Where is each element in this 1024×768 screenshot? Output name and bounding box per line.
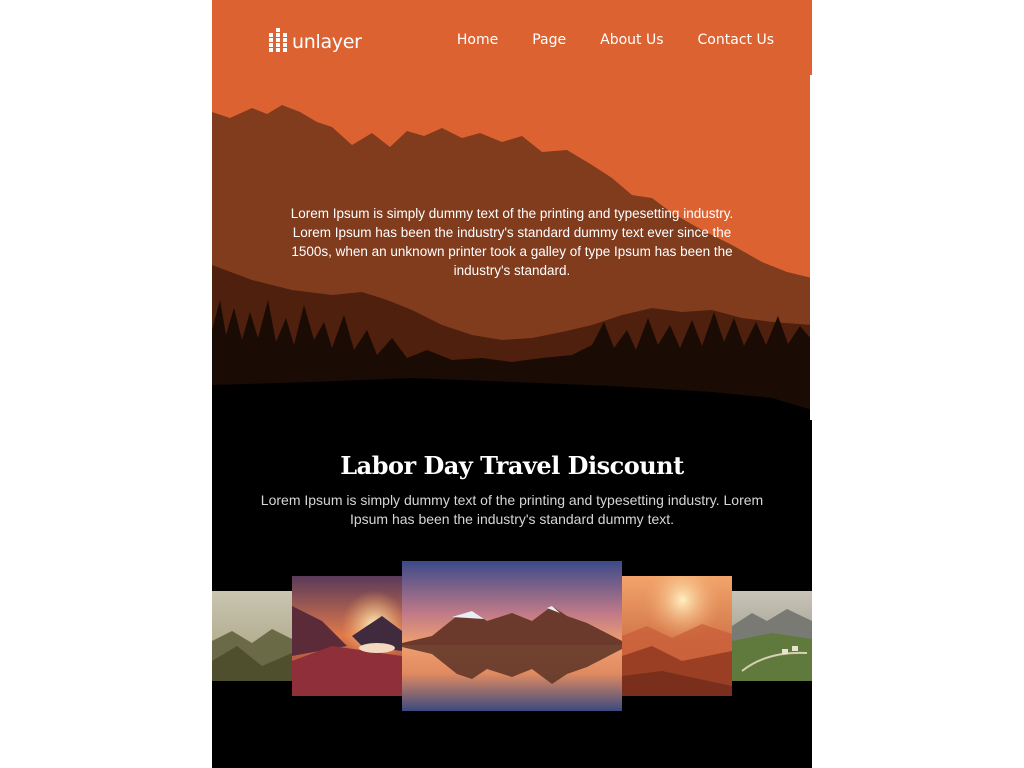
nav-link-page[interactable]: Page <box>532 31 566 49</box>
green-mountain-ridge-photo[interactable] <box>212 591 292 681</box>
brand-name: unlayer <box>292 31 362 53</box>
promo-title: Labor Day Travel Discount <box>340 451 684 480</box>
nav-link-about-us[interactable]: About Us <box>600 31 663 49</box>
brand-logo[interactable]: unlayer <box>269 27 362 57</box>
mountain-lake-reflection-photo[interactable] <box>402 561 622 711</box>
promo-paragraph: Lorem Ipsum is simply dummy text of the … <box>260 492 764 527</box>
unlayer-logo-icon <box>269 28 287 52</box>
top-navigation: Home Page About Us Contact Us <box>423 31 774 49</box>
misty-orange-hills-photo[interactable] <box>622 576 732 696</box>
nav-link-home[interactable]: Home <box>457 31 498 49</box>
sunset-valley-photo[interactable] <box>292 576 402 696</box>
email-canvas: unlayer Home Page About Us Contact Us Lo… <box>212 0 812 768</box>
hero-section: unlayer Home Page About Us Contact Us Lo… <box>212 0 812 420</box>
hero-edge-divider <box>810 75 812 420</box>
nav-link-contact-us[interactable]: Contact Us <box>698 31 774 49</box>
alpine-village-photo[interactable] <box>732 591 812 681</box>
hero-paragraph: Lorem Ipsum is simply dummy text of the … <box>290 206 734 278</box>
